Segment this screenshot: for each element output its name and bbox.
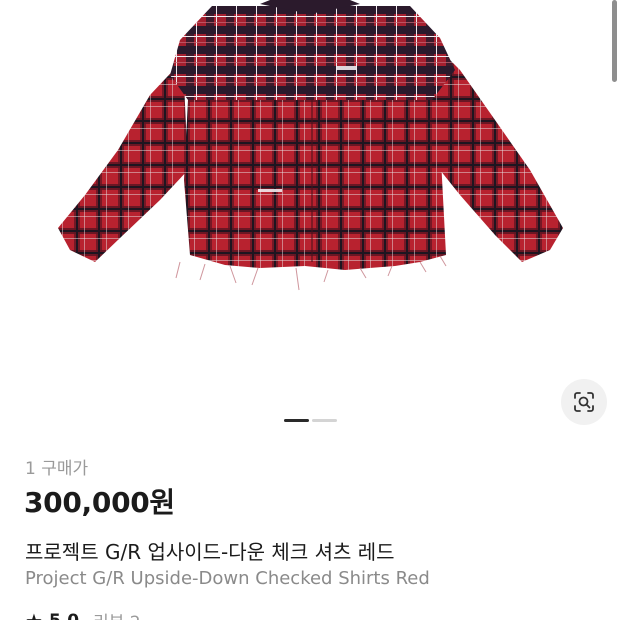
product-title-korean: 프로젝트 G/R 업사이드-다운 체크 셔츠 레드	[25, 540, 395, 564]
carousel-pager	[284, 419, 337, 422]
star-icon: ★	[25, 609, 43, 620]
product-image[interactable]	[0, 0, 620, 400]
shirt-yoke	[170, 6, 455, 100]
lens-search-icon	[574, 392, 594, 412]
left-sleeve	[58, 60, 188, 262]
price: 300,000원	[24, 486, 175, 519]
lens-search-button[interactable]	[561, 379, 607, 425]
rating-score: 5.0	[49, 611, 79, 620]
rating-row[interactable]: ★ 5.0 리뷰 2	[25, 608, 141, 620]
shirt-body	[184, 100, 446, 270]
review-count[interactable]: 리뷰 2	[93, 608, 141, 620]
pager-dot[interactable]	[312, 419, 337, 422]
pager-dot-active[interactable]	[284, 419, 309, 422]
purchase-count: 1 구매가	[25, 459, 89, 479]
product-title-english: Project G/R Upside-Down Checked Shirts R…	[25, 568, 430, 589]
